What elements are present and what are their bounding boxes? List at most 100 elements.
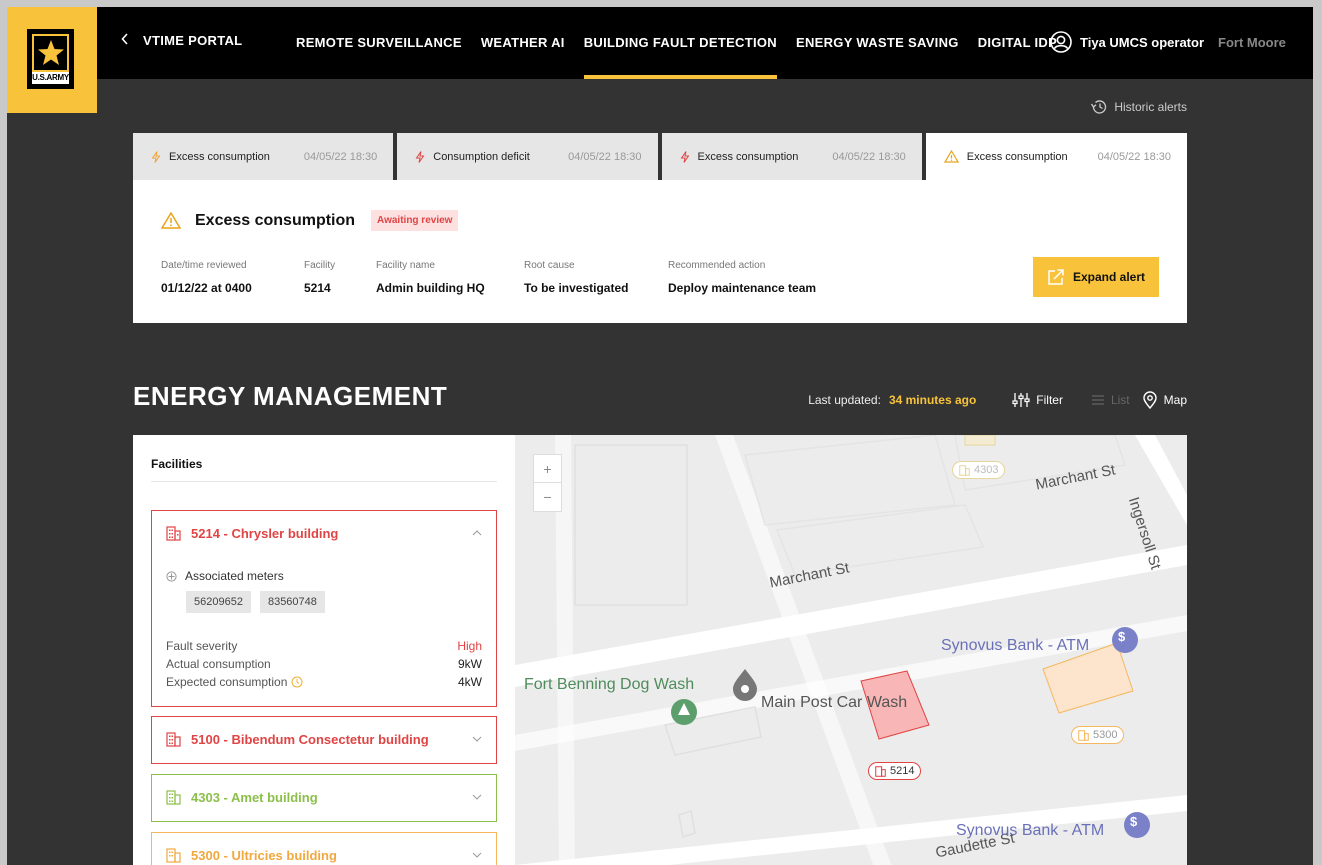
facility-map-badge[interactable]: 5214 bbox=[868, 762, 922, 780]
historic-alerts-link[interactable]: Historic alerts bbox=[1090, 99, 1187, 115]
history-icon bbox=[1090, 99, 1108, 115]
clock-icon[interactable] bbox=[291, 676, 303, 688]
chevron-down-icon[interactable] bbox=[472, 736, 482, 742]
facility-map-badge-label: 5214 bbox=[890, 765, 915, 777]
alert-tab-time: 04/05/22 18:30 bbox=[1097, 150, 1171, 163]
building-icon bbox=[166, 789, 181, 805]
bolt-icon bbox=[680, 150, 690, 163]
filter-label: Filter bbox=[1036, 393, 1063, 407]
chevron-left-icon bbox=[121, 33, 129, 48]
associated-meters: Associated meters bbox=[166, 569, 284, 583]
user-icon bbox=[1050, 31, 1072, 53]
facility-card-expanded[interactable]: 5214 - Chrysler building Associated mete… bbox=[151, 510, 497, 707]
facility-map-badge-label: 4303 bbox=[974, 464, 999, 476]
field-facility: Facility 5214 bbox=[304, 260, 376, 295]
energy-toolbar: Last updated: 34 minutes ago Filter List… bbox=[808, 391, 1187, 409]
filter-button[interactable]: Filter bbox=[1012, 392, 1063, 408]
field-recommended-action: Recommended action Deploy maintenance te… bbox=[668, 260, 816, 295]
alert-detail-panel: Excess consumption Awaiting review Date/… bbox=[133, 180, 1187, 323]
nav-weather-ai[interactable]: WEATHER AI bbox=[481, 7, 565, 79]
alert-tab-label: Excess consumption bbox=[169, 150, 270, 163]
list-label: List bbox=[1110, 393, 1130, 407]
zoom-in-button[interactable]: + bbox=[534, 455, 561, 483]
place-label[interactable]: Main Post Car Wash bbox=[761, 694, 907, 712]
user-location: Fort Moore bbox=[1218, 34, 1286, 50]
facility-card-header[interactable]: 5100 - Bibendum Consectetur building bbox=[152, 717, 496, 761]
facility-map-badge-label: 5300 bbox=[1093, 729, 1118, 741]
stat-actual-consumption: Actual consumption 9kW bbox=[166, 655, 482, 673]
alert-tab[interactable]: Consumption deficit 04/05/22 18:30 bbox=[397, 133, 658, 180]
alert-heading: Excess consumption Awaiting review bbox=[161, 210, 459, 231]
alert-title: Excess consumption bbox=[195, 211, 356, 229]
zoom-out-button[interactable]: − bbox=[534, 483, 561, 511]
alert-tab[interactable]: Excess consumption 04/05/22 18:30 bbox=[133, 133, 394, 180]
meter-chip[interactable]: 83560748 bbox=[259, 591, 325, 613]
nav-remote-surveillance[interactable]: REMOTE SURVEILLANCE bbox=[296, 7, 462, 79]
zoom-controls: + − bbox=[533, 454, 562, 512]
facility-card-header[interactable]: 5300 - Ultricies building bbox=[152, 833, 496, 865]
facilities-heading: Facilities bbox=[151, 457, 203, 471]
field-label: Date/time reviewed bbox=[161, 260, 247, 271]
last-updated-label: Last updated: bbox=[808, 393, 881, 407]
nav-energy-waste-saving[interactable]: ENERGY WASTE SAVING bbox=[796, 7, 959, 79]
user-name: Tiya UMCS operator bbox=[1080, 34, 1205, 50]
alert-tab[interactable]: Excess consumption 04/05/22 18:30 bbox=[661, 133, 922, 180]
nav-digital-idp[interactable]: DIGITAL IDP bbox=[978, 7, 1057, 79]
army-logo[interactable]: U.S.ARMY bbox=[7, 7, 97, 113]
user-menu[interactable]: Tiya UMCS operator Fort Moore bbox=[1050, 31, 1286, 53]
building-icon bbox=[1078, 729, 1089, 741]
stat-value: High bbox=[457, 639, 482, 653]
facility-map-badge[interactable]: 4303 bbox=[952, 461, 1006, 479]
list-view-button[interactable]: List bbox=[1091, 393, 1130, 407]
top-nav-bar: U.S.ARMY VTIME PORTAL REMOTE SURVEILLANC… bbox=[7, 7, 1313, 113]
meter-chips: 56209652 83560748 bbox=[186, 591, 325, 613]
chevron-down-icon[interactable] bbox=[472, 794, 482, 800]
chevron-up-icon[interactable] bbox=[472, 530, 482, 536]
meters-label: Associated meters bbox=[185, 569, 284, 583]
stat-label: Fault severity bbox=[166, 639, 238, 653]
facility-card[interactable]: 5100 - Bibendum Consectetur building bbox=[151, 716, 497, 764]
list-icon bbox=[1091, 394, 1105, 406]
field-value: Deploy maintenance team bbox=[668, 281, 817, 295]
expand-alert-button[interactable]: Expand alert bbox=[1033, 257, 1159, 297]
facilities-map[interactable]: + − Marchant St Marchant St Ingersoll St… bbox=[515, 435, 1187, 865]
field-label: Root cause bbox=[524, 260, 575, 271]
stat-label: Expected consumption bbox=[166, 675, 288, 689]
facility-card[interactable]: 5300 - Ultricies building bbox=[151, 832, 497, 865]
field-facility-name: Facility name Admin building HQ bbox=[376, 260, 524, 295]
main-nav: REMOTE SURVEILLANCE WEATHER AI BUILDING … bbox=[296, 7, 1076, 79]
alert-tabs: Excess consumption 04/05/22 18:30 Consum… bbox=[133, 133, 1187, 180]
meter-chip[interactable]: 56209652 bbox=[186, 591, 251, 613]
facility-title: 5300 - Ultricies building bbox=[191, 847, 337, 863]
stat-value: 9kW bbox=[458, 657, 482, 671]
alert-fields: Date/time reviewed 01/12/22 at 0400 Faci… bbox=[161, 260, 816, 295]
warning-icon bbox=[161, 212, 181, 229]
expand-alert-label: Expand alert bbox=[1072, 270, 1146, 284]
place-label[interactable]: Synovus Bank - ATM bbox=[956, 822, 1104, 840]
facility-card-header[interactable]: 4303 - Amet building bbox=[152, 775, 496, 819]
building-icon bbox=[875, 765, 886, 777]
place-label[interactable]: Fort Benning Dog Wash bbox=[524, 676, 694, 694]
star-icon bbox=[32, 34, 69, 72]
bolt-icon bbox=[415, 150, 425, 163]
facility-map-badge[interactable]: 5300 bbox=[1071, 726, 1125, 744]
map-view-button[interactable]: Map bbox=[1142, 391, 1187, 409]
facility-title: 4303 - Amet building bbox=[191, 789, 318, 805]
building-icon bbox=[166, 731, 181, 747]
facility-card-header[interactable]: 5214 - Chrysler building bbox=[152, 511, 496, 555]
bolt-icon bbox=[151, 150, 161, 163]
place-label[interactable]: Synovus Bank - ATM bbox=[941, 637, 1089, 655]
chevron-down-icon[interactable] bbox=[472, 852, 482, 858]
back-label: VTIME PORTAL bbox=[143, 33, 243, 48]
facility-card[interactable]: 4303 - Amet building bbox=[151, 774, 497, 822]
divider bbox=[151, 481, 497, 482]
external-link-icon bbox=[1047, 268, 1065, 286]
alert-tab-active[interactable]: Excess consumption 04/05/22 18:30 bbox=[925, 133, 1187, 180]
army-emblem: U.S.ARMY bbox=[27, 29, 74, 89]
warning-icon bbox=[943, 150, 959, 163]
nav-building-fault-detection[interactable]: BUILDING FAULT DETECTION bbox=[583, 7, 778, 79]
app-frame: U.S.ARMY VTIME PORTAL REMOTE SURVEILLANC… bbox=[7, 7, 1313, 865]
stat-fault-severity: Fault severity High bbox=[166, 637, 482, 655]
back-to-portal-link[interactable]: VTIME PORTAL bbox=[121, 33, 242, 48]
field-label: Facility name bbox=[376, 260, 435, 271]
